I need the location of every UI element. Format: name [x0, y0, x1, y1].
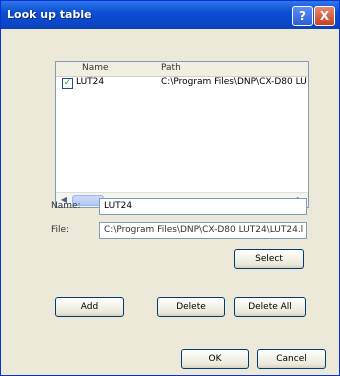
row-checkbox[interactable]: ✓ — [62, 78, 73, 89]
close-icon: X — [319, 9, 330, 23]
title-bar[interactable]: Look up table ? X — [1, 1, 339, 29]
delete-button[interactable]: Delete — [157, 297, 225, 317]
window-title: Look up table — [7, 8, 92, 21]
list-item[interactable]: ✓ LUT24 C:\Program Files\DNP\CX-D80 LUT2… — [56, 77, 308, 90]
name-field[interactable]: LUT24 — [99, 198, 307, 215]
help-button[interactable]: ? — [292, 6, 313, 26]
cancel-button[interactable]: Cancel — [257, 349, 326, 369]
add-button[interactable]: Add — [55, 297, 124, 317]
select-button[interactable]: Select — [234, 249, 304, 269]
list-item-path: C:\Program Files\DNP\CX-D80 LUT24\LUT24.… — [161, 77, 307, 87]
lookup-table-dialog: Look up table ? X Name Path ✓ LUT24 C:\P… — [0, 0, 340, 376]
list-header: Name Path — [56, 62, 308, 77]
dialog-body: Name Path ✓ LUT24 C:\Program Files\DNP\C… — [5, 29, 335, 372]
delete-all-button[interactable]: Delete All — [234, 297, 306, 317]
list-item-name: LUT24 — [76, 77, 105, 87]
column-header-path[interactable]: Path — [161, 63, 181, 73]
file-label: File: — [51, 225, 70, 235]
file-path-field[interactable]: C:\Program Files\DNP\CX-D80 LUT24\LUT24.… — [99, 222, 307, 239]
name-label: Name: — [51, 201, 81, 211]
checkmark-icon: ✓ — [63, 78, 72, 88]
close-button[interactable]: X — [314, 6, 335, 26]
ok-button[interactable]: OK — [181, 349, 249, 369]
lut-list[interactable]: Name Path ✓ LUT24 C:\Program Files\DNP\C… — [55, 61, 309, 208]
column-header-name[interactable]: Name — [82, 63, 109, 73]
help-icon: ? — [299, 9, 306, 23]
